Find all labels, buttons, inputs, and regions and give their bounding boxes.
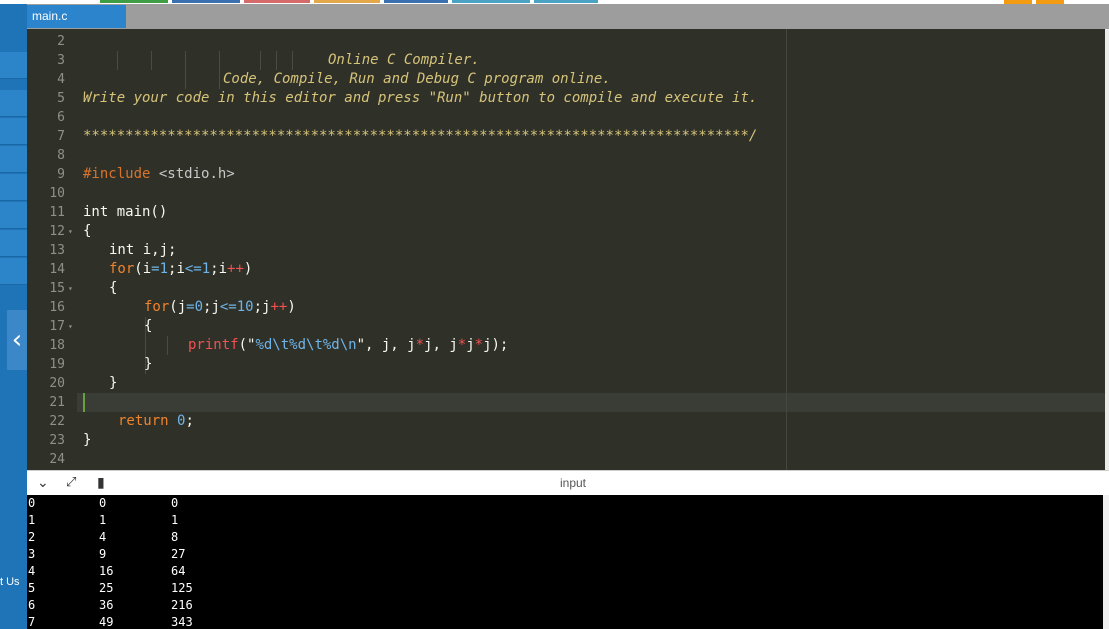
output-console[interactable]: 000 111 248 3 9 27 4 16 64 5 25 125 6 36 216 7 49…: [27, 495, 1103, 629]
tab-main-c[interactable]: main.c: [27, 5, 126, 28]
console-scrollbar[interactable]: [1103, 495, 1109, 629]
line-number: 24: [49, 452, 65, 467]
editor-scrollbar[interactable]: [1105, 29, 1109, 470]
code-line-7: ****************************************…: [83, 128, 758, 144]
line-number: 16: [49, 300, 65, 315]
code-editor[interactable]: 2 3 4 5 6 7 8 9 10 11 12 13 14 15 16 17 …: [27, 29, 1105, 470]
chevron-down-icon[interactable]: ⌄: [37, 475, 49, 491]
text-cursor: [83, 393, 85, 412]
sidebar-item[interactable]: [0, 146, 27, 173]
code-line-4: Code, Compile, Run and Debug C program o…: [223, 71, 611, 87]
code-line-18: printf("%d\t%d\t%d\n", j, j*j, j*j*j);: [188, 337, 509, 353]
code-line-15: {: [109, 280, 118, 296]
code-line-11: int main(): [83, 204, 168, 220]
line-number: 20: [49, 376, 65, 391]
copy-output-icon[interactable]: ▮: [97, 475, 105, 491]
sidebar-item[interactable]: [0, 202, 27, 229]
line-number: 7: [57, 129, 65, 144]
io-toolbar: ⌄ ⤢ ▮ input: [27, 470, 1109, 496]
sidebar-item[interactable]: [0, 258, 27, 285]
line-number: 3: [57, 53, 65, 68]
expand-icon[interactable]: ⤢: [66, 475, 76, 491]
line-number: 14: [49, 262, 65, 277]
code-line-9: #include <stdio.h>: [83, 166, 235, 182]
editor-tab-bar: main.c: [27, 4, 1109, 29]
line-number: 18: [49, 338, 65, 353]
input-tab-label[interactable]: input: [552, 476, 594, 490]
sidebar-item[interactable]: [0, 174, 27, 201]
code-line-13: int i,j;: [109, 242, 177, 258]
code-line-23: }: [83, 432, 92, 448]
fold-marker-icon[interactable]: ▾: [68, 222, 73, 241]
chevron-left-icon: ‹: [11, 325, 23, 355]
line-number: 10: [49, 186, 65, 201]
sidebar-collapse-button[interactable]: ‹: [7, 310, 27, 370]
code-line-16: for(j=0;j<=10;j++): [144, 299, 296, 315]
line-number: 21: [49, 395, 65, 410]
line-number: 17: [49, 319, 65, 334]
print-margin: [786, 29, 787, 470]
line-number: 11: [49, 205, 65, 220]
fold-marker-icon[interactable]: ▾: [68, 279, 73, 298]
line-number: 4: [57, 72, 65, 87]
code-line-14: for(i=1;i<=1;i++): [109, 261, 253, 277]
line-number: 5: [57, 91, 65, 106]
line-number: 6: [57, 110, 65, 125]
line-number: 8: [57, 148, 65, 163]
sidebar-item[interactable]: [0, 230, 27, 257]
sidebar-item[interactable]: [0, 52, 27, 79]
code-line-19: }: [144, 356, 153, 372]
sidebar-item[interactable]: [0, 118, 27, 145]
code-line-3: Online C Compiler.: [328, 52, 480, 68]
line-number: 19: [49, 357, 65, 372]
code-line-20: }: [109, 375, 118, 391]
line-number: 23: [49, 433, 65, 448]
fold-marker-icon[interactable]: ▾: [68, 317, 73, 336]
left-sidebar: ‹ t Us: [0, 4, 27, 629]
code-line-17: {: [144, 318, 153, 334]
contact-us-link[interactable]: t Us: [0, 576, 27, 588]
active-line-highlight: [77, 393, 1105, 412]
line-number: 15: [49, 281, 65, 296]
code-line-5: Write your code in this editor and press…: [83, 90, 758, 106]
line-number: 12: [49, 224, 65, 239]
code-line-12: {: [83, 223, 92, 239]
line-number: 9: [57, 167, 65, 182]
sidebar-item[interactable]: [0, 90, 27, 117]
line-number: 2: [57, 34, 65, 49]
line-number: 13: [49, 243, 65, 258]
code-line-22: return 0;: [118, 413, 194, 429]
line-number: 22: [49, 414, 65, 429]
